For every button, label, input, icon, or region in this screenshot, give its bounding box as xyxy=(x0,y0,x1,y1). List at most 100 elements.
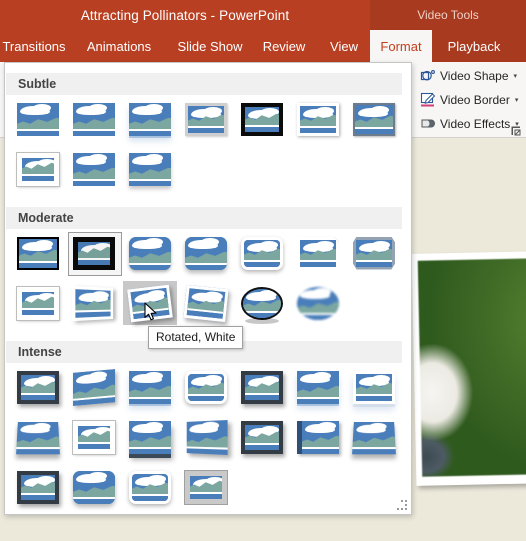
style-preview-icon xyxy=(72,285,114,321)
video-shape-button[interactable]: Video Shape ▾ xyxy=(420,65,526,87)
document-title: Attracting Pollinators - PowerPoint xyxy=(80,7,290,23)
moderate-style-10[interactable] xyxy=(123,281,177,325)
video-effects-icon xyxy=(420,116,436,132)
intense-style-11[interactable] xyxy=(179,415,233,459)
intense-style-18[interactable] xyxy=(179,465,233,509)
style-preview-icon xyxy=(185,236,227,270)
style-preview-icon xyxy=(73,368,115,406)
moderate-style-5[interactable] xyxy=(235,231,289,275)
tab-review[interactable]: Review xyxy=(248,30,320,62)
tab-slide-show[interactable]: Slide Show xyxy=(162,30,258,62)
moderate-style-9[interactable] xyxy=(67,281,121,325)
style-preview-icon xyxy=(241,370,283,404)
subtle-style-2[interactable] xyxy=(67,97,121,141)
style-preview-icon xyxy=(352,421,396,454)
title-bar: Attracting Pollinators - PowerPoint Vide… xyxy=(0,0,526,30)
style-tooltip: Rotated, White xyxy=(148,326,244,349)
style-preview-icon xyxy=(297,370,339,404)
style-preview-icon xyxy=(241,102,283,136)
intense-style-7[interactable] xyxy=(347,365,401,409)
video-shape-icon xyxy=(420,68,436,84)
intense-style-17[interactable] xyxy=(123,465,177,509)
style-preview-icon xyxy=(297,420,339,454)
moderate-style-12[interactable] xyxy=(235,281,289,325)
tab-transitions[interactable]: Transitions xyxy=(0,30,80,62)
intense-style-14[interactable] xyxy=(347,415,401,459)
style-preview-icon xyxy=(129,370,171,404)
style-preview-icon xyxy=(353,370,395,404)
gallery-section-header-moderate: Moderate xyxy=(6,207,402,229)
moderate-style-3[interactable] xyxy=(123,231,177,275)
style-preview-icon xyxy=(353,102,395,136)
contextual-tab-group-label: Video Tools xyxy=(370,0,526,30)
video-styles-gallery[interactable]: Subtle Moderate Intense xyxy=(4,62,412,515)
subtle-style-7[interactable] xyxy=(347,97,401,141)
moderate-style-4[interactable] xyxy=(179,231,233,275)
intense-style-6[interactable] xyxy=(291,365,345,409)
dialog-box-launcher-icon[interactable] xyxy=(510,124,522,136)
style-preview-icon xyxy=(16,421,60,454)
tab-animations[interactable]: Animations xyxy=(72,30,166,62)
subtle-style-9[interactable] xyxy=(67,147,121,191)
style-preview-icon xyxy=(297,102,339,136)
intense-style-16[interactable] xyxy=(67,465,121,509)
moderate-style-13[interactable] xyxy=(291,281,345,325)
intense-style-1[interactable] xyxy=(11,365,65,409)
moderate-style-6[interactable] xyxy=(291,231,345,275)
tab-playback[interactable]: Playback xyxy=(432,30,516,62)
intense-style-3[interactable] xyxy=(123,365,177,409)
subtle-style-1[interactable] xyxy=(11,97,65,141)
intense-style-4[interactable] xyxy=(179,365,233,409)
button-label: Video Border xyxy=(440,93,510,107)
intense-style-9[interactable] xyxy=(67,415,121,459)
style-preview-icon xyxy=(353,236,395,270)
intense-style-10[interactable] xyxy=(123,415,177,459)
button-label: Video Shape xyxy=(440,69,509,83)
slide-video-placeholder[interactable] xyxy=(411,250,526,486)
intense-style-5[interactable] xyxy=(235,365,289,409)
intense-style-2[interactable] xyxy=(67,365,121,409)
intense-style-13[interactable] xyxy=(291,415,345,459)
style-preview-icon xyxy=(183,284,229,322)
style-preview-icon xyxy=(241,420,283,454)
intense-style-12[interactable] xyxy=(235,415,289,459)
moderate-style-8[interactable] xyxy=(11,281,65,325)
style-preview-icon xyxy=(129,102,171,136)
moderate-style-1[interactable] xyxy=(11,231,65,275)
subtle-style-4[interactable] xyxy=(179,97,233,141)
style-preview-icon xyxy=(17,102,59,136)
style-preview-icon xyxy=(72,419,116,455)
intense-style-8[interactable] xyxy=(11,415,65,459)
moderate-style-7[interactable] xyxy=(347,231,401,275)
style-preview-icon xyxy=(129,152,171,186)
video-styles-group-right: Video Shape ▾ Video Border ▾ Video Effects ▾ xyxy=(418,62,526,138)
video-border-button[interactable]: Video Border ▾ xyxy=(420,89,526,111)
powerpoint-window: Attracting Pollinators - PowerPoint Vide… xyxy=(0,0,526,541)
tab-view[interactable]: View xyxy=(316,30,372,62)
tab-format[interactable]: Format xyxy=(370,30,432,62)
chevron-down-icon[interactable]: ▾ xyxy=(514,72,518,80)
moderate-style-2[interactable] xyxy=(67,231,122,276)
subtle-style-5[interactable] xyxy=(235,97,289,141)
style-preview-icon xyxy=(297,286,339,320)
style-preview-icon xyxy=(127,284,173,322)
chevron-down-icon[interactable]: ▾ xyxy=(515,96,519,104)
ribbon-tab-strip: Transitions Animations Slide Show Review Vie… xyxy=(0,30,526,62)
style-preview-icon xyxy=(186,419,228,455)
style-preview-icon xyxy=(17,236,59,270)
style-preview-icon xyxy=(73,152,115,186)
style-preview-icon xyxy=(241,236,283,270)
preview-shadow xyxy=(245,318,279,324)
gallery-resize-grip[interactable] xyxy=(397,500,407,510)
style-preview-icon xyxy=(185,102,227,136)
style-preview-icon xyxy=(129,470,171,504)
style-preview-icon xyxy=(241,286,283,320)
subtle-style-8[interactable] xyxy=(11,147,65,191)
subtle-style-10[interactable] xyxy=(123,147,177,191)
style-preview-icon xyxy=(73,102,115,136)
style-preview-icon xyxy=(297,236,339,270)
subtle-style-6[interactable] xyxy=(291,97,345,141)
intense-style-15[interactable] xyxy=(11,465,65,509)
subtle-style-3[interactable] xyxy=(123,97,177,141)
moderate-style-11[interactable] xyxy=(179,281,233,325)
